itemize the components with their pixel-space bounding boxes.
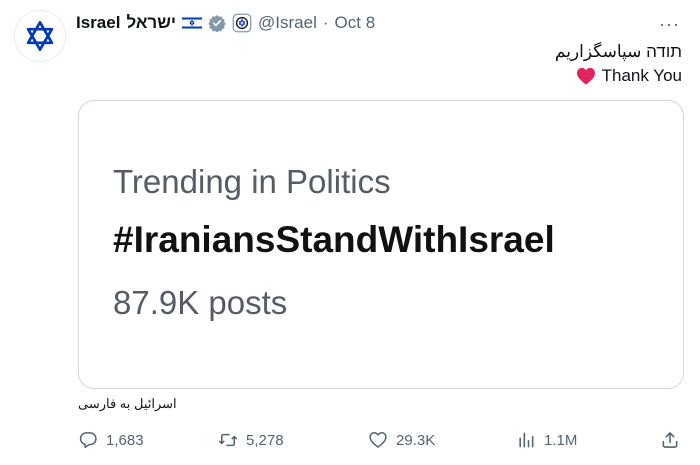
- like-button[interactable]: 29.3K: [368, 428, 435, 452]
- reply-icon: [79, 432, 97, 449]
- views-button[interactable]: 1.1M: [516, 428, 577, 452]
- author-name-hebrew[interactable]: ישראל: [126, 13, 176, 33]
- action-bar: 1,683 5,278 29.3K 1.1M: [78, 428, 684, 452]
- trending-label: Trending in Politics: [113, 163, 391, 200]
- author-handle[interactable]: @Israel: [258, 13, 317, 33]
- reply-count: 1,683: [106, 431, 144, 449]
- separator-dot: ·: [322, 13, 329, 32]
- tweet-text-line2: Thank You: [601, 66, 682, 85]
- star-of-david-icon: [26, 21, 54, 51]
- share-button[interactable]: [660, 428, 680, 452]
- tweet-header: Israel ישראל @Israel · Oct 8: [76, 12, 670, 34]
- tweet-date[interactable]: Oct 8: [335, 13, 376, 33]
- tweet-text: תודה سپاسگزاریم Thank You: [555, 40, 682, 88]
- heart-icon: [576, 67, 595, 85]
- repost-button[interactable]: 5,278: [218, 428, 284, 452]
- reply-button[interactable]: 1,683: [78, 428, 144, 452]
- share-icon: [662, 432, 678, 448]
- verified-badge-icon[interactable]: [208, 14, 226, 32]
- author-name[interactable]: Israel: [76, 13, 120, 33]
- like-icon: [369, 432, 387, 448]
- trending-screenshot-card[interactable]: Trending in Politics #IraniansStandWithI…: [78, 100, 684, 389]
- views-icon: [519, 432, 534, 448]
- trending-post-count: 87.9K posts: [113, 284, 288, 321]
- more-icon[interactable]: ···: [659, 14, 680, 35]
- trending-hashtag: #IraniansStandWithIsrael: [113, 219, 555, 260]
- israel-flag-icon: [182, 16, 203, 30]
- views-count: 1.1M: [544, 431, 578, 449]
- repost-icon: [218, 433, 238, 447]
- translate-link[interactable]: اسرائیل به فارسی: [78, 396, 177, 412]
- affiliate-badge-icon[interactable]: [232, 13, 252, 33]
- repost-count: 5,278: [246, 431, 284, 449]
- tweet-text-line1: תודה سپاسگزاریم: [554, 42, 682, 61]
- like-count: 29.3K: [396, 431, 436, 449]
- avatar[interactable]: [14, 10, 66, 62]
- tweet-text-line2-row: Thank You: [555, 64, 682, 88]
